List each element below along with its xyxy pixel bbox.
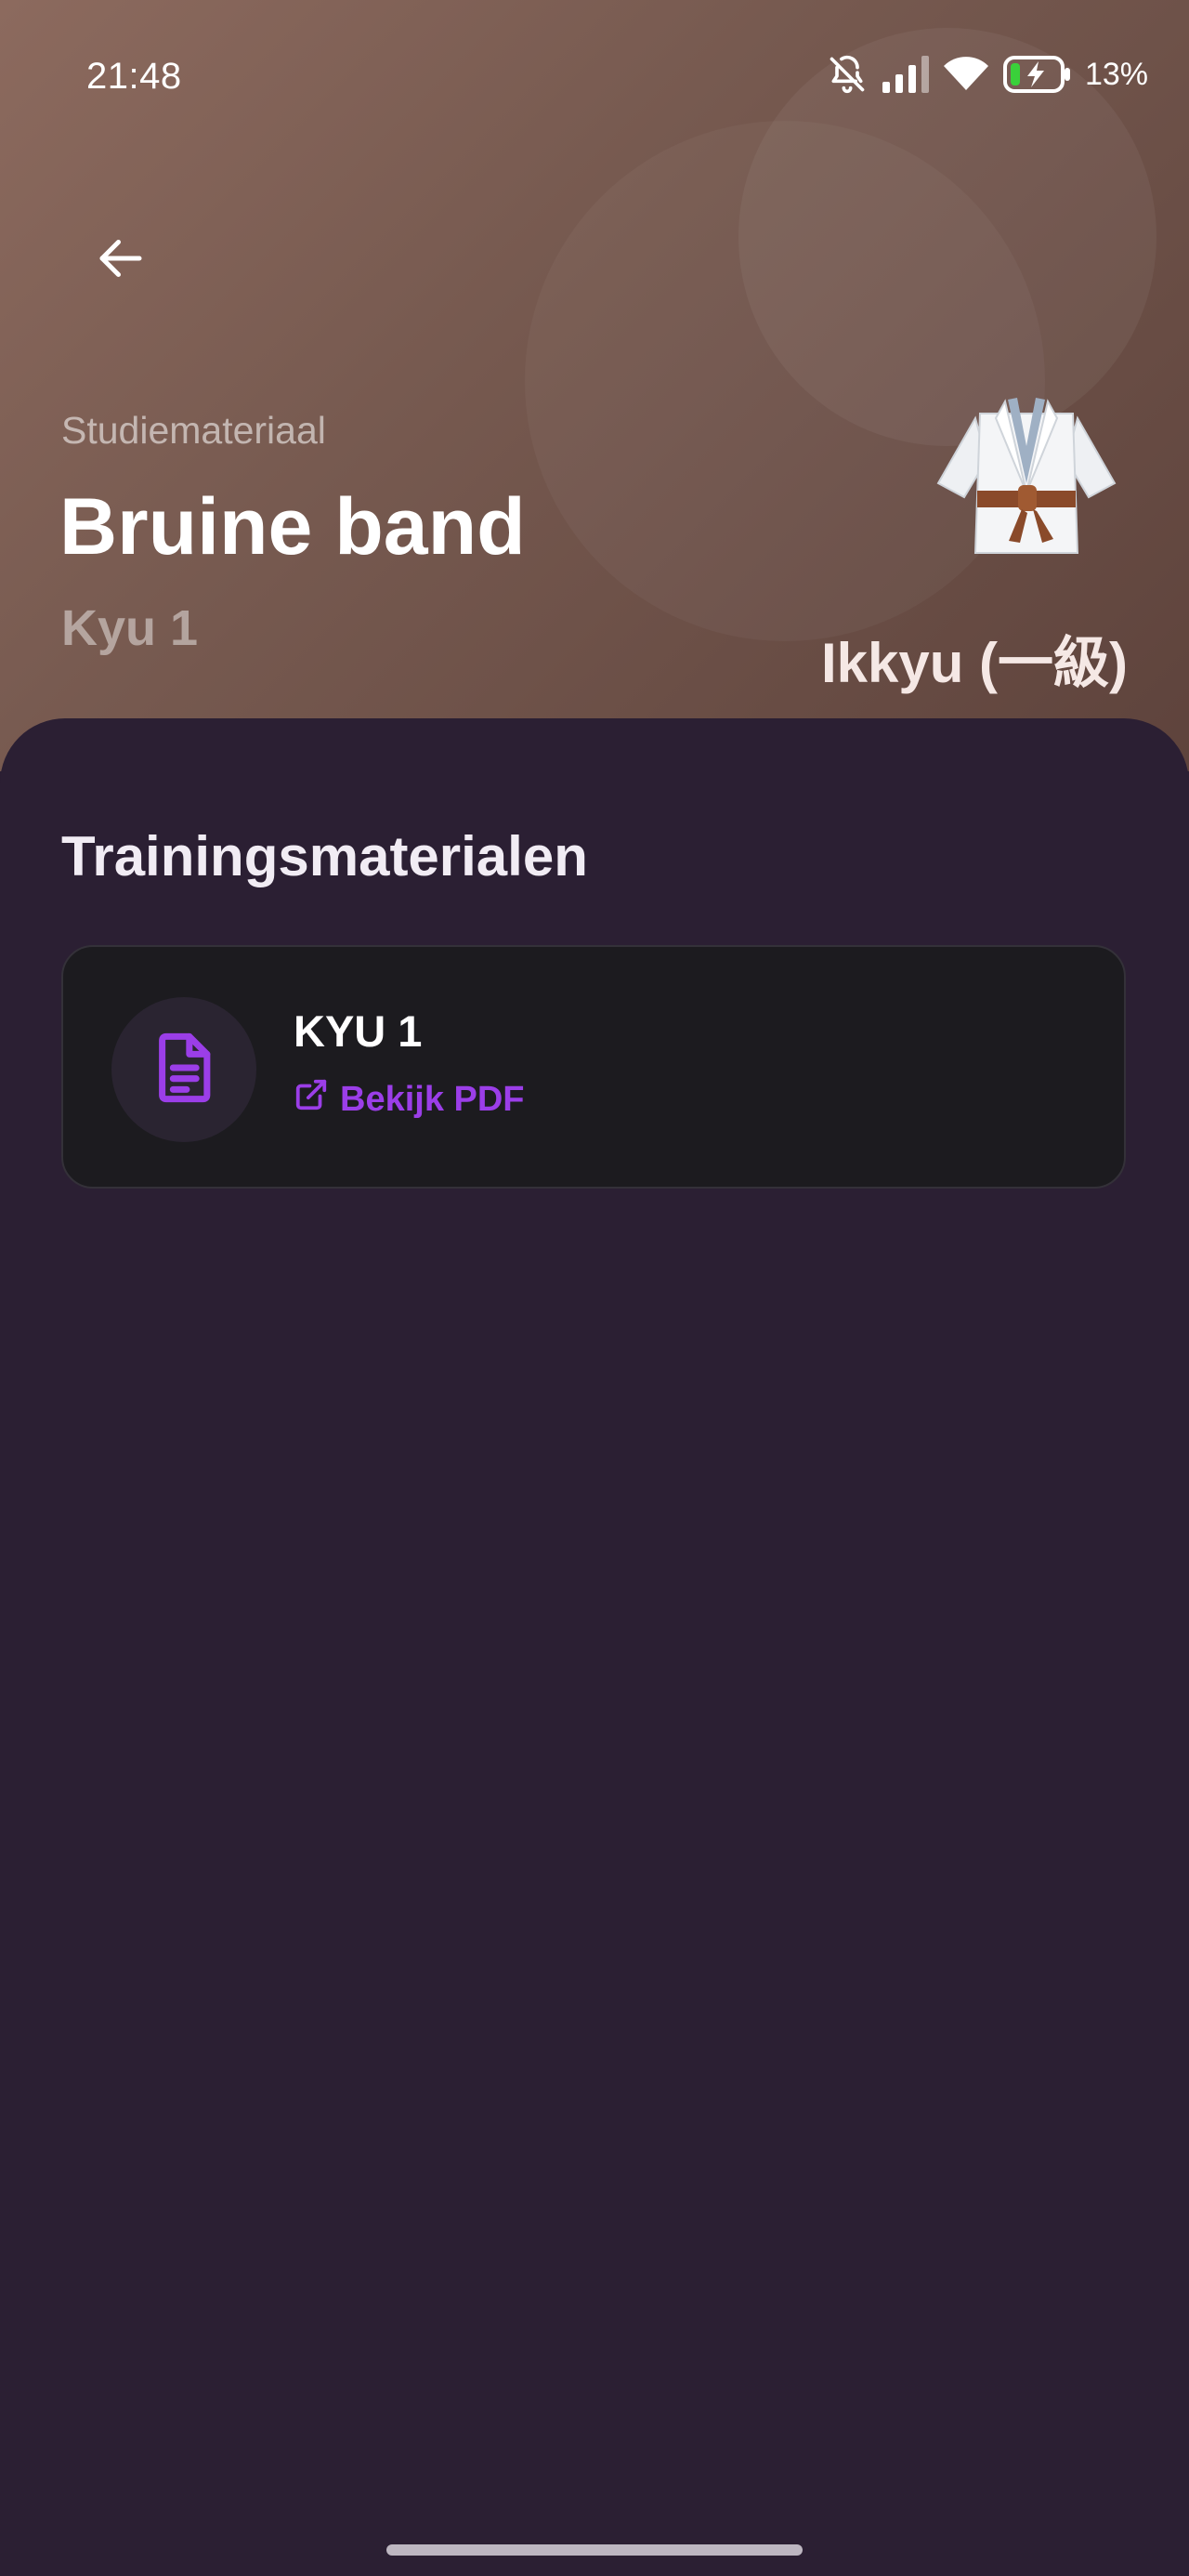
- screen: 21:48 13% Studiemateriaal Bruine band Ky…: [0, 0, 1189, 2576]
- header: 21:48 13% Studiemateriaal Bruine band Ky…: [0, 0, 1189, 771]
- section-title: Trainingsmaterialen: [61, 825, 588, 887]
- view-pdf-link[interactable]: Bekijk PDF: [294, 1077, 525, 1122]
- material-card[interactable]: KYU 1 Bekijk PDF: [61, 945, 1126, 1189]
- battery-charging-icon: [1002, 56, 1072, 93]
- bell-off-icon: [827, 54, 868, 95]
- eyebrow-label: Studiemateriaal: [61, 409, 326, 452]
- page-title: Bruine band: [59, 482, 526, 572]
- document-icon: [153, 1032, 215, 1108]
- document-icon-badge: [111, 997, 256, 1142]
- japanese-rank-name: Ikkyu (一級): [820, 632, 1128, 694]
- external-link-icon: [294, 1077, 329, 1122]
- battery-percent: 13%: [1084, 56, 1148, 92]
- view-pdf-label: Bekijk PDF: [340, 1079, 525, 1119]
- status-time: 21:48: [86, 56, 182, 97]
- status-icons: 13%: [827, 54, 1148, 95]
- judo-gi-brown-belt-icon: [929, 381, 1124, 567]
- page-subtitle: Kyu 1: [61, 600, 199, 656]
- wifi-icon: [942, 55, 990, 94]
- signal-icon: [881, 56, 929, 93]
- arrow-left-icon: [93, 230, 149, 291]
- back-button[interactable]: [74, 214, 167, 307]
- home-indicator[interactable]: [386, 2544, 803, 2556]
- material-title: KYU 1: [294, 1006, 423, 1056]
